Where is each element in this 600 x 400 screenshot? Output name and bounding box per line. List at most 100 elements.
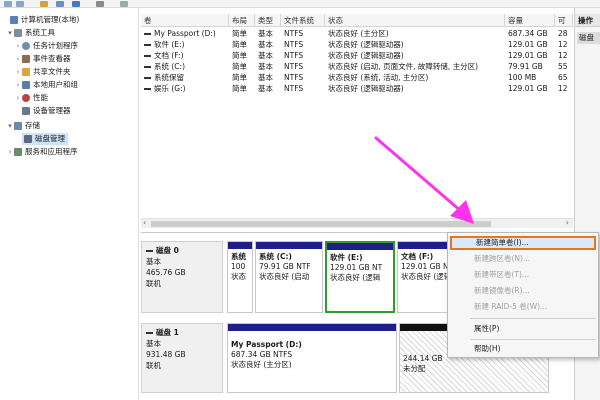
tree-item-label: 事件查看器 — [33, 54, 71, 63]
chevron-down-icon[interactable]: ▾ — [6, 27, 14, 39]
help-icon[interactable] — [72, 1, 80, 7]
disk-status: 联机 — [146, 279, 161, 288]
view-icon[interactable] — [120, 1, 128, 7]
free-cell: 55 — [558, 62, 568, 71]
partition-d[interactable]: My Passport (D:) 687.34 GB NTFS 状态良好 (主分… — [227, 323, 397, 393]
disk-size: 931.48 GB — [146, 350, 186, 359]
tree-item-disk-management[interactable]: 磁盘管理 — [22, 133, 68, 145]
event-log-icon — [22, 55, 30, 63]
chevron-right-icon[interactable]: › — [14, 66, 22, 78]
partition-status: 状态良好 (逻辑 — [330, 273, 381, 282]
menu-item-help[interactable]: 帮助(H) — [450, 342, 596, 356]
scroll-right-arrow[interactable]: › — [566, 218, 569, 227]
scroll-left-arrow[interactable]: ‹ — [143, 218, 146, 227]
menu-separator — [470, 339, 596, 340]
column-type[interactable]: 类型 — [255, 14, 281, 27]
tree-item-local-users[interactable]: › 本地用户和组 — [14, 79, 78, 91]
partition-system-reserved[interactable]: 系统 100 状态 — [227, 241, 253, 313]
disk-0-label[interactable]: 磁盘 0 基本 465.76 GB 联机 — [141, 241, 223, 313]
disk-icon — [146, 332, 153, 334]
menu-item-properties[interactable]: 属性(P) — [450, 322, 596, 336]
tree-item-label: 服务和应用程序 — [25, 147, 78, 156]
tree-item-event-viewer[interactable]: › 事件查看器 — [14, 53, 71, 65]
column-capacity[interactable]: 容量 — [505, 14, 555, 27]
volume-label: My Passport (D:) — [154, 29, 216, 38]
volume-list: 卷 布局 类型 文件系统 状态 容量 可 My Passport (D:) 简单… — [141, 8, 573, 230]
tree-item-device-manager[interactable]: 设备管理器 — [14, 105, 71, 117]
layout-cell: 简单 — [232, 51, 247, 60]
type-cell: 基本 — [258, 84, 273, 93]
volume-label: 软件 (E:) — [154, 40, 185, 49]
volume-label: 娱乐 (G:) — [154, 84, 186, 93]
table-row[interactable]: 娱乐 (G:) 简单 基本 NTFS 状态良好 (逻辑驱动器) 129.01 G… — [141, 84, 573, 94]
table-row[interactable]: 系统保留 简单 基本 NTFS 状态良好 (系统, 活动, 主分区) 100 M… — [141, 73, 573, 83]
services-icon — [14, 148, 22, 156]
column-layout[interactable]: 布局 — [229, 14, 255, 27]
partition-c[interactable]: 系统 (C:) 79.91 GB NTF 状态良好 (启动 — [255, 241, 323, 313]
column-volume[interactable]: 卷 — [141, 14, 229, 27]
layout-cell: 简单 — [232, 62, 247, 71]
menu-item-new-raid5-volume: 新建 RAID-5 卷(W)... — [474, 302, 548, 311]
type-cell: 基本 — [258, 62, 273, 71]
partition-name: 系统 — [231, 252, 246, 261]
actions-disk-management[interactable]: 磁盘 — [577, 32, 600, 44]
tree-item-storage[interactable]: ▾ 存储 — [6, 120, 40, 132]
connect-icon[interactable] — [96, 1, 104, 7]
partition-e[interactable]: 软件 (E:) 129.01 GB NT 状态良好 (逻辑 — [325, 241, 395, 313]
chevron-right-icon[interactable]: › — [14, 53, 22, 65]
tree-item-task-scheduler[interactable]: › 任务计划程序 — [14, 40, 78, 52]
tree-item-label: 计算机管理(本地) — [21, 15, 80, 24]
type-cell: 基本 — [258, 29, 273, 38]
chevron-right-icon[interactable]: › — [14, 40, 22, 52]
chevron-right-icon[interactable]: › — [14, 79, 22, 91]
chevron-right-icon[interactable]: › — [6, 146, 14, 158]
partition-info: 系统 (C:) 79.91 GB NTF 状态良好 (启动 — [259, 252, 311, 282]
tree-item-services-apps[interactable]: › 服务和应用程序 — [6, 146, 78, 158]
capacity-cell: 129.01 GB — [508, 40, 548, 49]
disk-1-label[interactable]: 磁盘 1 基本 931.48 GB 联机 — [141, 323, 223, 393]
users-icon — [22, 81, 30, 89]
table-row[interactable]: My Passport (D:) 简单 基本 NTFS 状态良好 (主分区) 6… — [141, 29, 573, 39]
volume-label: 系统保留 — [154, 73, 184, 82]
column-status[interactable]: 状态 — [325, 14, 505, 27]
tree-item-system-tools[interactable]: ▾ 系统工具 — [6, 27, 55, 39]
context-menu: 新建简单卷(I)... 新建跨区卷(N)... 新建带区卷(T)... 新建镜像… — [447, 232, 599, 358]
volume-icon — [144, 55, 151, 57]
column-filesystem[interactable]: 文件系统 — [281, 14, 325, 27]
partition-size: 79.91 GB NTF — [259, 262, 311, 271]
partition-status: 未分配 — [403, 364, 426, 373]
partition-name: 系统 (C:) — [259, 252, 292, 261]
tree-item-performance[interactable]: › 性能 — [14, 92, 48, 104]
table-row[interactable]: 系统 (C:) 简单 基本 NTFS 状态良好 (启动, 页面文件, 故障转储,… — [141, 62, 573, 72]
partition-bar — [228, 242, 252, 249]
disk-name-text: 磁盘 0 — [156, 246, 179, 255]
free-cell: 12 — [558, 40, 568, 49]
disk-name-text: 磁盘 1 — [156, 328, 179, 337]
volume-icon — [144, 66, 151, 68]
column-free-space[interactable]: 可 — [555, 14, 573, 27]
partition-name: 文档 (F:) — [401, 252, 434, 261]
menu-item-new-simple-volume[interactable]: 新建简单卷(I)... — [450, 236, 596, 250]
chevron-right-icon[interactable]: › — [14, 92, 22, 104]
table-row[interactable]: 软件 (E:) 简单 基本 NTFS 状态良好 (逻辑驱动器) 129.01 G… — [141, 40, 573, 50]
up-icon[interactable] — [40, 1, 48, 7]
disk-name: 磁盘 1 — [146, 327, 218, 338]
partition-status: 状态良好 (主分区) — [231, 360, 292, 369]
forward-icon[interactable] — [16, 1, 24, 7]
chevron-down-icon[interactable]: ▾ — [6, 120, 14, 132]
back-icon[interactable] — [4, 1, 12, 7]
fs-cell: NTFS — [284, 73, 304, 82]
volume-name: 软件 (E:) — [141, 40, 229, 50]
disk-type: 基本 — [146, 257, 161, 266]
tree-item-shared-folders[interactable]: › 共享文件夹 — [14, 66, 71, 78]
type-cell: 基本 — [258, 40, 273, 49]
horizontal-scrollbar[interactable]: ‹ › — [141, 218, 573, 228]
menu-separator — [470, 318, 596, 319]
properties-icon[interactable] — [56, 1, 64, 7]
tree-item-computer-management[interactable]: 计算机管理(本地) — [2, 14, 79, 26]
tools-icon — [14, 29, 22, 37]
free-cell: 12 — [558, 51, 568, 60]
table-row[interactable]: 文档 (F:) 简单 基本 NTFS 状态良好 (逻辑驱动器) 129.01 G… — [141, 51, 573, 61]
tree-item-label: 本地用户和组 — [33, 80, 78, 89]
status-cell: 状态良好 (逻辑驱动器) — [328, 40, 404, 49]
